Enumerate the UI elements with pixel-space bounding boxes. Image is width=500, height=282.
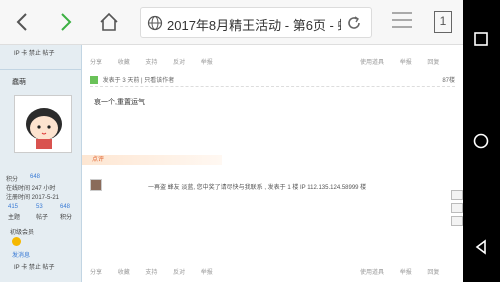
menu-button[interactable] [392, 12, 412, 32]
user-sidebar: IP 卡 禁止 帖子 蠢萌 积分 648 在线时间 247 小时 注册时间 20… [0, 45, 82, 282]
level-badge-icon [12, 237, 21, 246]
globe-icon [147, 15, 163, 31]
report-action-bottom[interactable]: 举报 [201, 270, 213, 276]
rater-avatar[interactable] [90, 179, 102, 191]
oppose-action[interactable]: 反对 [173, 60, 185, 66]
post-icon [90, 76, 98, 85]
points-value: 648 [30, 174, 41, 180]
points-label: 积分 [6, 177, 19, 183]
send-message-link[interactable]: 发消息 [12, 250, 30, 259]
back-triangle-icon[interactable] [472, 238, 490, 256]
address-bar[interactable]: 2017年8月精王活动 - 第6页 - 蜂友... [140, 7, 372, 38]
post-label: 帖子 [36, 215, 49, 221]
tabs-button[interactable]: 1 [434, 11, 452, 33]
support-action[interactable]: 支持 [145, 60, 157, 66]
browser-toolbar: 2017年8月精王活动 - 第6页 - 蜂友... 1 [0, 0, 463, 45]
use-tool-action-bottom[interactable]: 使用道具 [360, 270, 384, 276]
divider [0, 69, 82, 70]
post-count: 53 [36, 204, 43, 210]
home-circle-icon[interactable] [472, 132, 490, 150]
post-actions-bottom-right: 使用道具 举报 回复 [360, 267, 453, 279]
username[interactable]: 蠢萌 [12, 77, 26, 87]
system-nav-bar [463, 0, 500, 282]
reload-icon[interactable] [345, 14, 363, 32]
avatar-cartoon-icon [26, 108, 62, 149]
rating-label: 点评 [92, 157, 105, 163]
oppose-action-bottom[interactable]: 反对 [173, 270, 185, 276]
register-time: 注册时间 2017-5-21 [6, 195, 60, 201]
back-button[interactable] [12, 10, 32, 34]
report-action[interactable]: 举报 [201, 60, 213, 66]
comment-icon[interactable] [451, 190, 463, 200]
rating-header: 点评 [82, 155, 222, 165]
favorite-action[interactable]: 收藏 [118, 60, 130, 66]
support-action-bottom[interactable]: 支持 [145, 270, 157, 276]
topic-count: 415 [8, 204, 19, 210]
user-top-links[interactable]: IP 卡 禁止 帖子 [14, 48, 55, 57]
share-icon[interactable] [451, 216, 463, 226]
floor-number: 87楼 [442, 78, 455, 84]
report-action-bottom-right[interactable]: 举报 [400, 270, 412, 276]
home-button[interactable] [98, 11, 120, 33]
chevron-right-icon [61, 13, 72, 31]
score-label: 积分 [60, 215, 73, 221]
favorite-action-bottom[interactable]: 收藏 [118, 270, 130, 276]
forward-button[interactable] [56, 10, 76, 34]
page-title: 2017年8月精王活动 - 第6页 - 蜂友... [167, 18, 341, 33]
use-tool-action[interactable]: 使用道具 [360, 60, 384, 66]
topic-label: 主题 [8, 215, 21, 221]
post-body: 哀一个,重置运气 [94, 99, 145, 106]
online-time: 在线时间 247 小时 [6, 186, 56, 192]
avatar[interactable] [14, 95, 72, 153]
post-actions-top: 分享 收藏 支持 反对 举报 [90, 57, 227, 69]
chevron-left-icon [16, 13, 27, 31]
score-count: 648 [60, 204, 71, 210]
share-action-bottom[interactable]: 分享 [90, 270, 102, 276]
reply-action-bottom[interactable]: 回复 [427, 270, 439, 276]
menu-icon [392, 12, 412, 14]
post-meta: 发表于 3 天前 | 只看该作者 [102, 78, 175, 84]
post-content: 分享 收藏 支持 反对 举报 使用道具 举报 回复 发表于 3 天前 | 只看该… [82, 45, 463, 282]
post-actions-top-right: 使用道具 举报 回复 [360, 57, 453, 69]
report-action-right[interactable]: 举报 [400, 60, 412, 66]
badge-title: 初级会员 [10, 230, 35, 236]
home-icon [100, 12, 118, 31]
rating-comment: 一再盗 蜂友 淡蓝, 您中奖了请尽快与我联系 , 发表于 1 楼 IP 112.… [148, 185, 367, 191]
list-icon[interactable] [451, 203, 463, 213]
user-bottom-links[interactable]: IP 卡 禁止 帖子 [14, 262, 55, 271]
share-action[interactable]: 分享 [90, 60, 102, 66]
recent-apps-icon[interactable] [472, 30, 490, 48]
post-header: 发表于 3 天前 | 只看该作者 87楼 [90, 75, 455, 87]
post-actions-bottom: 分享 收藏 支持 反对 举报 [90, 267, 227, 279]
reply-action[interactable]: 回复 [427, 60, 439, 66]
